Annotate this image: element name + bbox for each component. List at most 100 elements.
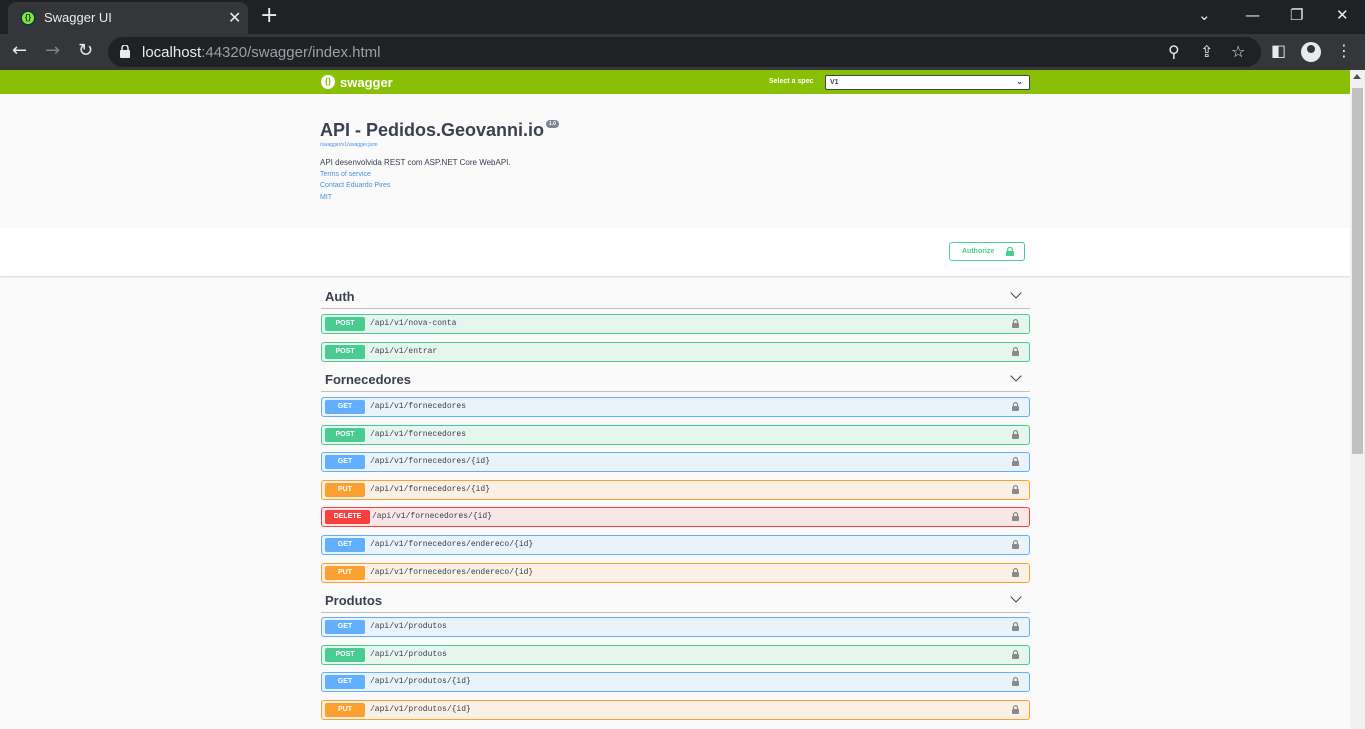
new-tab-icon[interactable]: + — [260, 3, 278, 28]
operation-row[interactable]: DELETE/api/v1/fornecedores/{id} — [321, 507, 1030, 527]
spec-select-label: Select a spec — [769, 78, 814, 85]
operation-row[interactable]: GET/api/v1/fornecedores — [321, 397, 1030, 417]
method-badge: GET — [325, 675, 365, 689]
operation-row[interactable]: GET/api/v1/produtos/{id} — [321, 672, 1030, 692]
swagger-topbar: {} swagger Select a spec V1 ⌄ — [0, 70, 1350, 94]
lock-icon[interactable] — [1012, 705, 1019, 714]
license-link[interactable]: MIT — [320, 194, 332, 201]
method-badge: POST — [325, 428, 365, 442]
lock-icon[interactable] — [1012, 347, 1019, 356]
page-scrollbar[interactable] — [1350, 70, 1365, 729]
operation-path: /api/v1/fornecedores/endereco/{id} — [370, 568, 534, 577]
operation-row[interactable]: POST/api/v1/fornecedores — [321, 425, 1030, 445]
scroll-up-arrow-icon[interactable] — [1353, 74, 1361, 79]
operation-path: /api/v1/entrar — [370, 347, 438, 356]
tab-search-icon[interactable]: ⌄ — [1198, 6, 1211, 24]
method-badge: POST — [325, 317, 365, 331]
operation-row[interactable]: POST/api/v1/produtos — [321, 645, 1030, 665]
menu-kebab-icon[interactable]: ⋮ — [1336, 41, 1352, 60]
method-badge: GET — [325, 400, 365, 414]
lock-icon[interactable] — [1012, 402, 1019, 411]
swagger-favicon-icon: {} — [20, 10, 36, 26]
swagger-brand: swagger — [340, 75, 393, 90]
method-badge: POST — [325, 345, 365, 359]
tab-title: Swagger UI — [44, 10, 112, 25]
operation-path: /api/v1/fornecedores/endereco/{id} — [370, 540, 534, 549]
section-produtos[interactable]: Produtos — [321, 591, 1030, 613]
authorize-label: Authorize — [962, 248, 995, 255]
operation-path: /api/v1/produtos/{id} — [370, 677, 471, 686]
terms-link[interactable]: Terms of service — [320, 171, 371, 178]
forward-icon[interactable]: → — [45, 40, 60, 61]
lock-icon[interactable] — [1012, 430, 1019, 439]
section-title: Auth — [325, 289, 355, 304]
method-badge: PUT — [325, 703, 365, 717]
method-badge: PUT — [325, 566, 365, 580]
reload-icon[interactable]: ↻ — [78, 40, 93, 61]
close-window-icon[interactable]: ✕ — [1336, 6, 1349, 24]
section-auth[interactable]: Auth — [321, 287, 1030, 309]
api-description: API desenvolvida REST com ASP.NET Core W… — [320, 158, 511, 167]
operation-path: /api/v1/produtos/{id} — [370, 705, 471, 714]
method-badge: DELETE — [325, 510, 370, 524]
section-fornecedores[interactable]: Fornecedores — [321, 370, 1030, 392]
restore-icon[interactable]: ❐ — [1290, 6, 1303, 24]
swagger-logo-icon: {} — [321, 75, 335, 89]
close-tab-icon[interactable]: ✕ — [228, 8, 241, 27]
operation-row[interactable]: GET/api/v1/fornecedores/endereco/{id} — [321, 535, 1030, 555]
address-bar[interactable]: localhost:44320/swagger/index.html ⚲ ⇪ ☆ — [108, 37, 1261, 67]
chevron-down-icon[interactable] — [1010, 370, 1022, 382]
zoom-icon[interactable]: ⚲ — [1168, 42, 1180, 61]
lock-icon[interactable] — [1012, 457, 1019, 466]
secure-lock-icon — [120, 45, 130, 58]
chevron-down-icon[interactable] — [1010, 591, 1022, 603]
authorize-lock-icon — [1006, 247, 1014, 256]
minimize-icon[interactable]: — — [1245, 6, 1260, 24]
authorize-button[interactable]: Authorize — [949, 242, 1025, 261]
operation-path: /api/v1/fornecedores/{id} — [370, 485, 491, 494]
section-title: Produtos — [325, 593, 383, 608]
url-text: localhost:44320/swagger/index.html — [142, 44, 380, 61]
lock-icon[interactable] — [1012, 650, 1019, 659]
method-badge: GET — [325, 620, 365, 634]
share-icon[interactable]: ⇪ — [1200, 42, 1213, 61]
operation-row[interactable]: PUT/api/v1/fornecedores/{id} — [321, 480, 1030, 500]
operation-row[interactable]: GET/api/v1/fornecedores/{id} — [321, 452, 1030, 472]
lock-icon[interactable] — [1012, 622, 1019, 631]
lock-icon[interactable] — [1012, 677, 1019, 686]
version-badge: 1.0 — [546, 120, 559, 128]
operation-row[interactable]: POST/api/v1/entrar — [321, 342, 1030, 362]
operation-row[interactable]: PUT/api/v1/produtos/{id} — [321, 700, 1030, 720]
method-badge: GET — [325, 538, 365, 552]
lock-icon[interactable] — [1012, 568, 1019, 577]
spec-select[interactable]: V1 ⌄ — [825, 75, 1030, 90]
method-badge: PUT — [325, 483, 365, 497]
browser-tab[interactable]: {} Swagger UI ✕ — [8, 2, 248, 34]
profile-avatar-icon[interactable] — [1301, 42, 1321, 62]
operation-path: /api/v1/produtos — [370, 622, 447, 631]
lock-icon[interactable] — [1012, 540, 1019, 549]
spec-select-value: V1 — [830, 79, 839, 86]
operation-path: /api/v1/fornecedores — [370, 430, 467, 439]
scheme-container: Authorize — [0, 228, 1350, 276]
browser-toolbar: ← → ↻ localhost:44320/swagger/index.html… — [0, 34, 1365, 70]
chevron-down-icon[interactable] — [1010, 287, 1022, 299]
section-title: Fornecedores — [325, 372, 411, 387]
page-content: {} swagger Select a spec V1 ⌄ API - Pedi… — [0, 70, 1350, 729]
contact-link[interactable]: Contact Eduardo Pires — [320, 182, 390, 189]
spec-url-link[interactable]: /swagger/v1/swagger.json — [320, 142, 378, 148]
bookmark-star-icon[interactable]: ☆ — [1231, 42, 1245, 61]
scroll-thumb[interactable] — [1352, 88, 1363, 454]
operation-path: /api/v1/produtos — [370, 650, 447, 659]
back-icon[interactable]: ← — [12, 40, 27, 61]
browser-tab-bar: {} Swagger UI ✕ + ⌄ — ❐ ✕ — [0, 0, 1365, 34]
lock-icon[interactable] — [1012, 485, 1019, 494]
lock-icon[interactable] — [1012, 512, 1019, 521]
operation-row[interactable]: GET/api/v1/produtos — [321, 617, 1030, 637]
operation-row[interactable]: PUT/api/v1/fornecedores/endereco/{id} — [321, 563, 1030, 583]
operation-path: /api/v1/fornecedores — [370, 402, 467, 411]
side-panel-icon[interactable]: ◧ — [1271, 41, 1286, 60]
api-info: API - Pedidos.Geovanni.io 1.0 /swagger/v… — [0, 94, 1350, 228]
lock-icon[interactable] — [1012, 319, 1019, 328]
operation-row[interactable]: POST/api/v1/nova-conta — [321, 314, 1030, 334]
